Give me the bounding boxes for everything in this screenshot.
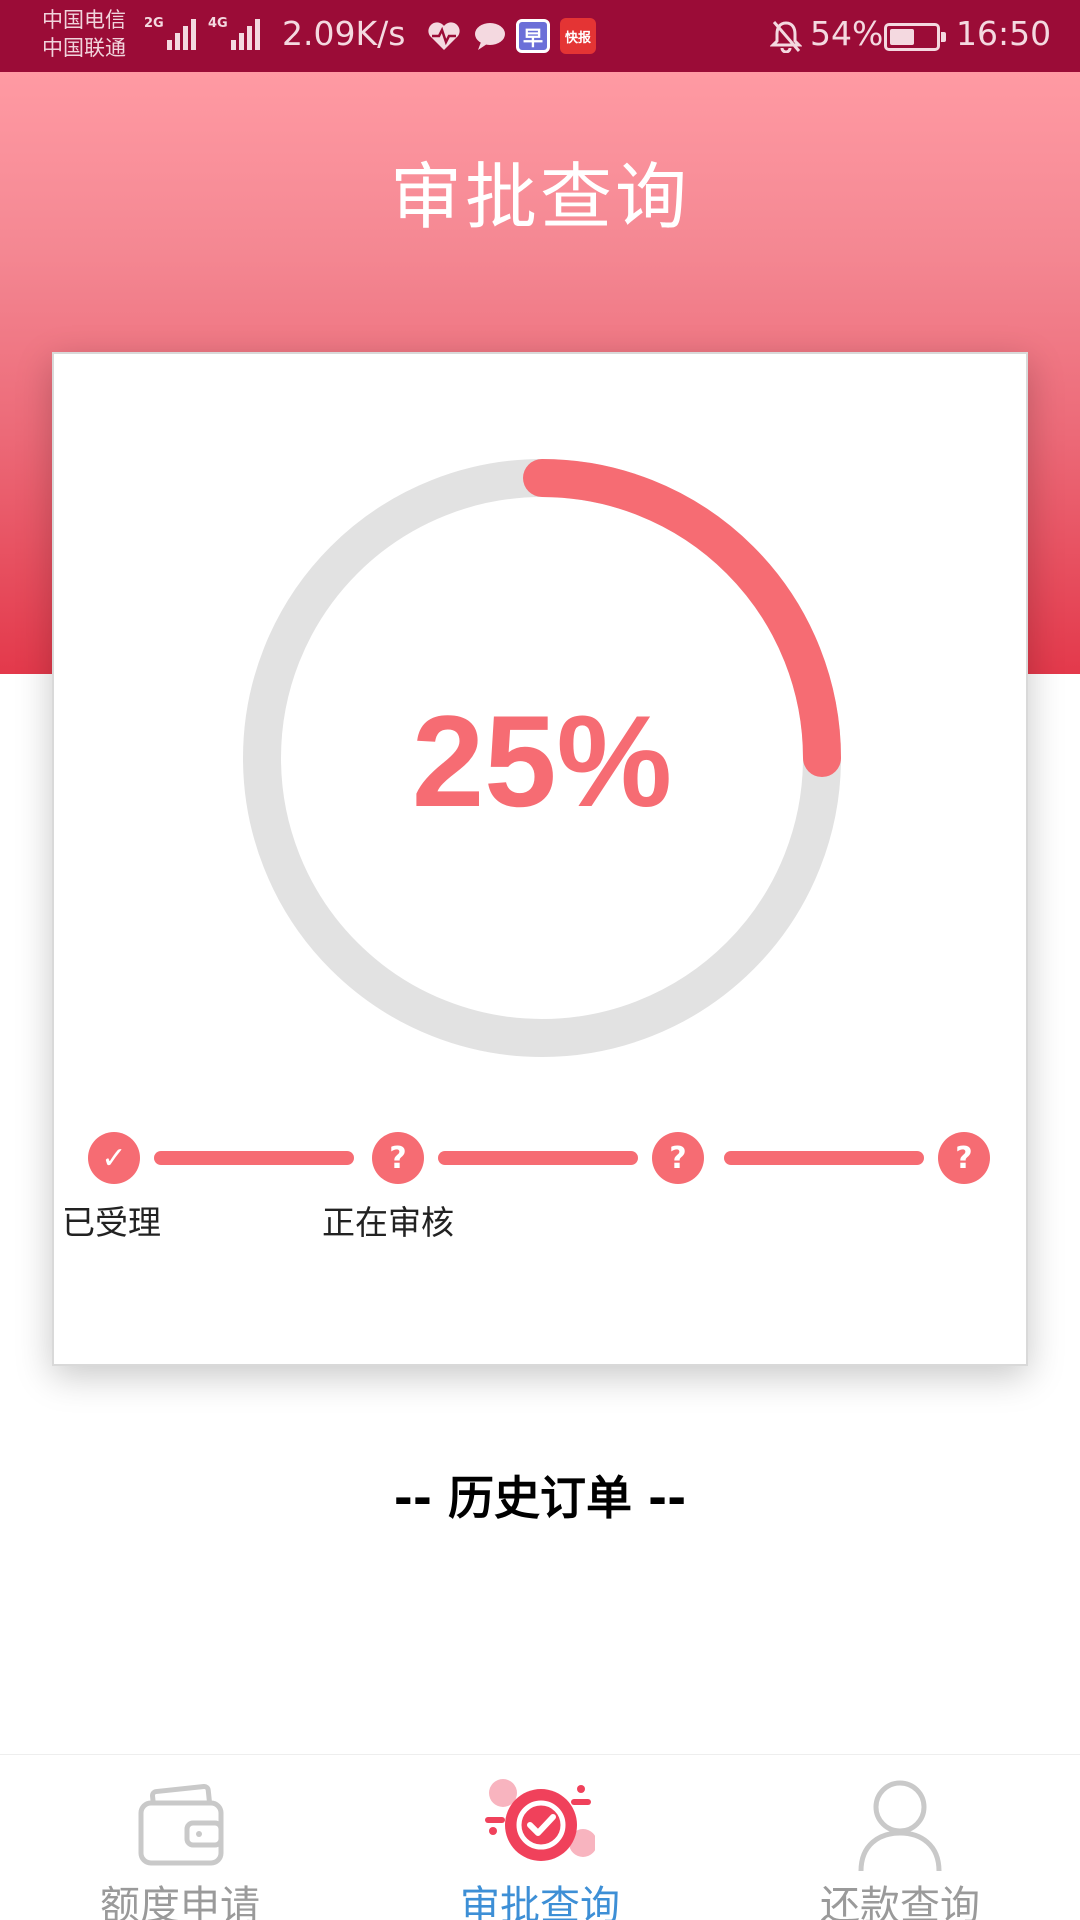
nav-label-approval-query: 审批查询 xyxy=(460,1883,620,1920)
approval-check-icon xyxy=(485,1779,595,1861)
history-orders-title: -- 历史订单 -- xyxy=(393,1471,687,1525)
signal-1-tag: 2G xyxy=(144,16,164,31)
bell-muted-icon xyxy=(768,18,804,54)
approval-progress-card: 25% ✓ ? ? ? 已受理 正在审核 xyxy=(52,352,1028,1366)
battery-icon xyxy=(884,23,946,51)
carrier-2: 中国联通 xyxy=(42,36,126,60)
page-title: 审批查询 xyxy=(389,155,690,239)
status-bar: 中国电信 中国联通 2G 4G 2.09K/s 早 快报 54% 16:50 xyxy=(0,0,1080,72)
nav-label-credit-application: 额度申请 xyxy=(100,1883,260,1920)
bottom-nav: 额度申请 审批查询 还款查询 xyxy=(0,1754,1080,1920)
step-connector-1 xyxy=(154,1151,354,1165)
news-app-icon: 快报 xyxy=(560,18,596,54)
carrier-names: 中国电信 中国联通 xyxy=(42,6,126,62)
step-connector-3 xyxy=(724,1151,924,1165)
carrier-1: 中国电信 xyxy=(42,8,126,32)
step-3-question-icon: ? xyxy=(652,1132,704,1184)
nav-item-repayment-query[interactable]: 还款查询 xyxy=(720,1755,1080,1920)
signal-2-icon: 4G xyxy=(208,16,260,50)
app-notification-icon: 早 xyxy=(516,19,550,53)
step-4-question-icon: ? xyxy=(938,1132,990,1184)
step-2-label: 正在审核 xyxy=(322,1203,454,1242)
chat-icon xyxy=(470,18,510,54)
nav-item-credit-application[interactable]: 额度申请 xyxy=(0,1755,360,1920)
step-1-done-icon: ✓ xyxy=(88,1132,140,1184)
battery-percent: 54% xyxy=(810,14,884,53)
heart-rate-icon xyxy=(424,18,464,54)
signal-1-icon: 2G xyxy=(144,16,196,50)
approval-steps: ✓ ? ? ? 已受理 正在审核 xyxy=(54,1132,1030,1252)
signal-2-tag: 4G xyxy=(208,16,228,31)
net-speed: 2.09K/s xyxy=(282,14,406,53)
nav-label-repayment-query: 还款查询 xyxy=(820,1883,980,1920)
progress-percent: 25% xyxy=(411,688,673,834)
clock: 16:50 xyxy=(956,14,1052,53)
user-icon xyxy=(858,1780,942,1872)
step-2-question-icon: ? xyxy=(372,1132,424,1184)
step-1-label: 已受理 xyxy=(62,1203,161,1242)
nav-item-approval-query[interactable]: 审批查询 xyxy=(360,1755,720,1920)
step-connector-2 xyxy=(438,1151,638,1165)
wallet-icon xyxy=(138,1784,224,1866)
